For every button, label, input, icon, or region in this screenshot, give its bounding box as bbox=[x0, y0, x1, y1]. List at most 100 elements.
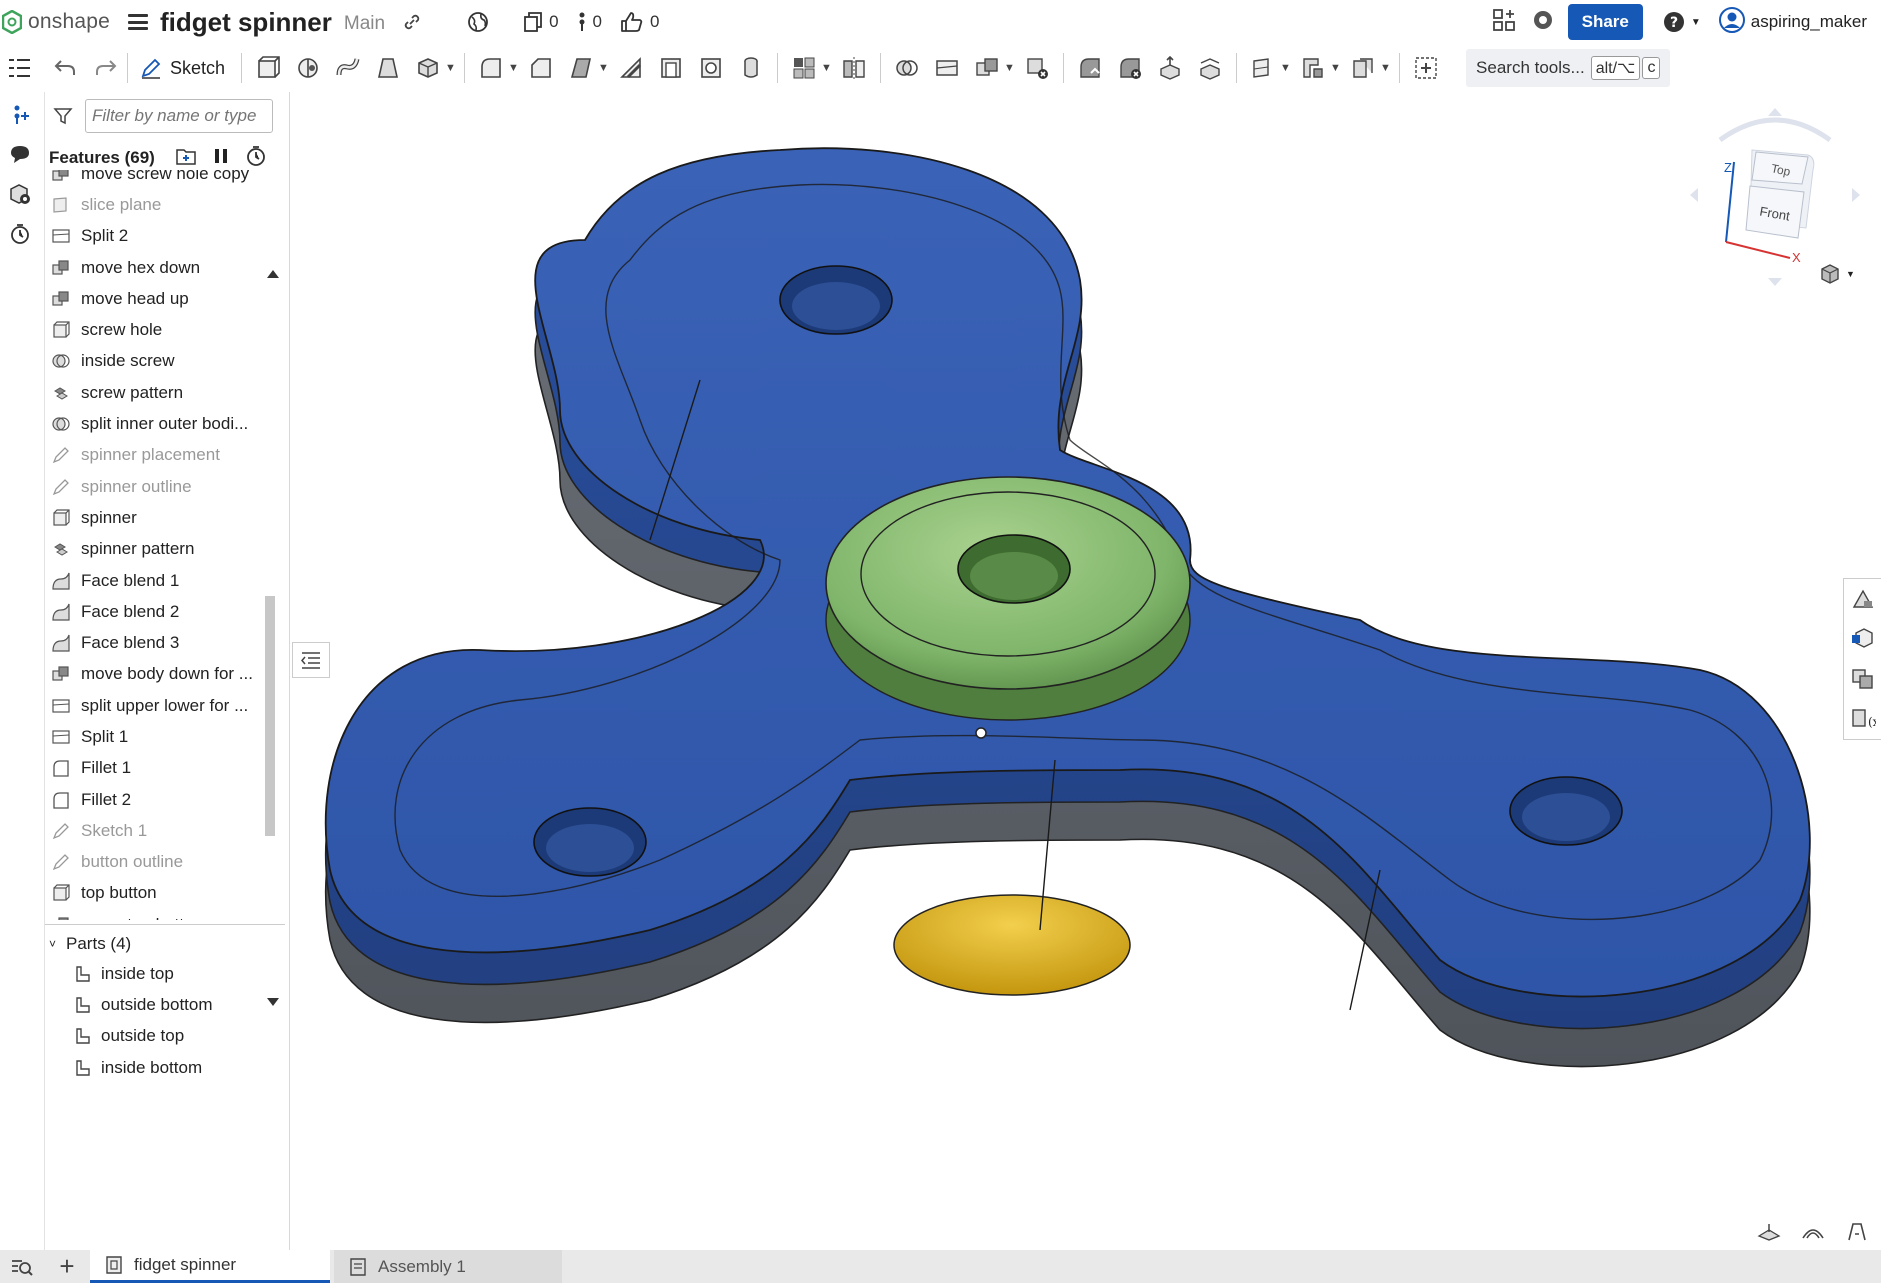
feature-item[interactable]: spinner bbox=[45, 502, 261, 533]
sweep-tool[interactable] bbox=[331, 50, 365, 86]
loft-tool[interactable] bbox=[371, 50, 405, 86]
history-timer-icon[interactable] bbox=[0, 214, 40, 254]
feature-item[interactable]: move top button bbox=[45, 909, 261, 920]
feature-item[interactable]: Face blend 1 bbox=[45, 565, 261, 596]
feature-item[interactable]: Fillet 2 bbox=[45, 784, 261, 815]
part-item[interactable]: outside top bbox=[73, 1021, 213, 1052]
menu-icon[interactable] bbox=[127, 14, 148, 30]
delete-part-tool[interactable] bbox=[1020, 50, 1054, 86]
feature-item[interactable]: Face blend 2 bbox=[45, 596, 261, 627]
plane-tool[interactable]: ▼ bbox=[1246, 50, 1291, 86]
chamfer-tool[interactable] bbox=[524, 50, 558, 86]
redo-icon[interactable] bbox=[94, 50, 118, 86]
part-item[interactable]: inside bottom bbox=[73, 1052, 213, 1083]
feature-list-toggle-icon[interactable] bbox=[6, 50, 32, 86]
hole-tool[interactable] bbox=[694, 50, 728, 86]
chevron-down-icon[interactable]: ▼ bbox=[821, 62, 832, 74]
onshape-logo[interactable]: onshape bbox=[2, 10, 110, 34]
scroll-down-arrow[interactable] bbox=[267, 998, 279, 1006]
transform-tool[interactable]: ▼ bbox=[970, 50, 1015, 86]
split-tool[interactable] bbox=[930, 50, 964, 86]
mass-properties-icon[interactable] bbox=[1844, 619, 1881, 659]
section-view-icon[interactable] bbox=[1757, 1222, 1781, 1247]
filter-icon[interactable] bbox=[53, 106, 73, 126]
fillet-tool[interactable]: ▼ bbox=[474, 50, 519, 86]
add-custom-feature-tool[interactable] bbox=[1409, 50, 1443, 86]
add-folder-icon[interactable] bbox=[175, 146, 197, 171]
branches-button[interactable]: 0 bbox=[577, 11, 602, 33]
configurations-icon[interactable] bbox=[0, 174, 40, 214]
branch-name[interactable]: Main bbox=[344, 13, 385, 35]
avatar[interactable] bbox=[1718, 6, 1745, 38]
chevron-down-icon[interactable]: ▼ bbox=[1004, 62, 1015, 74]
feature-item[interactable]: slice plane bbox=[45, 189, 261, 220]
revolve-tool[interactable] bbox=[291, 50, 325, 86]
feature-item[interactable]: split upper lower for ... bbox=[45, 690, 261, 721]
extrude-tool[interactable] bbox=[251, 50, 285, 86]
feature-item[interactable]: Sketch 1 bbox=[45, 815, 261, 846]
boolean-tool[interactable] bbox=[890, 50, 924, 86]
feature-item[interactable]: spinner pattern bbox=[45, 534, 261, 565]
rib-tool[interactable] bbox=[614, 50, 648, 86]
thicken-tool[interactable]: ▼ bbox=[411, 50, 456, 86]
feature-item[interactable]: spinner placement bbox=[45, 440, 261, 471]
pattern-tool[interactable]: ▼ bbox=[787, 50, 832, 86]
move-face-tool[interactable] bbox=[1153, 50, 1187, 86]
app-store-icon[interactable] bbox=[1492, 8, 1516, 37]
document-title[interactable]: fidget spinner bbox=[160, 7, 332, 38]
modify-fillet-tool[interactable] bbox=[1073, 50, 1107, 86]
feature-item[interactable]: inside screw bbox=[45, 346, 261, 377]
versions-button[interactable]: 0 bbox=[523, 11, 559, 33]
insert-feature-icon[interactable] bbox=[0, 94, 40, 134]
appearance-icon[interactable] bbox=[1844, 579, 1881, 619]
chevron-down-icon[interactable]: ▼ bbox=[1330, 62, 1341, 74]
feature-item[interactable]: button outline bbox=[45, 847, 261, 878]
shell-tool[interactable] bbox=[654, 50, 688, 86]
feature-item[interactable]: Fillet 1 bbox=[45, 753, 261, 784]
comments-icon[interactable] bbox=[0, 134, 40, 174]
feature-item[interactable]: move screw hole copy bbox=[45, 170, 261, 189]
chevron-down-icon[interactable]: ▼ bbox=[445, 62, 456, 74]
tab-assembly[interactable]: Assembly 1 bbox=[334, 1250, 562, 1283]
stopwatch-icon[interactable] bbox=[245, 145, 267, 172]
help-icon[interactable]: ? ▼ bbox=[1663, 11, 1701, 33]
public-globe-icon[interactable] bbox=[467, 11, 495, 33]
parts-header[interactable]: ˅ Parts (4) bbox=[49, 928, 131, 960]
feature-item[interactable]: split inner outer bodi... bbox=[45, 408, 261, 439]
learning-center-icon[interactable] bbox=[1532, 9, 1554, 36]
feature-item[interactable]: spinner outline bbox=[45, 471, 261, 502]
feature-item[interactable]: Split 1 bbox=[45, 721, 261, 752]
chevron-down-icon[interactable]: ▼ bbox=[1280, 62, 1291, 74]
add-tab-button[interactable]: + bbox=[44, 1251, 90, 1282]
measure-icon[interactable] bbox=[1844, 659, 1881, 699]
share-button[interactable]: Share bbox=[1567, 4, 1643, 40]
sheet-metal-tool[interactable]: ▼ bbox=[1296, 50, 1341, 86]
filter-input[interactable] bbox=[85, 99, 273, 133]
feature-item[interactable]: Face blend 3 bbox=[45, 627, 261, 658]
link-icon[interactable] bbox=[403, 13, 427, 31]
fidget-spinner-model[interactable] bbox=[290, 92, 1845, 1250]
replace-face-tool[interactable] bbox=[1193, 50, 1227, 86]
search-tools[interactable]: Search tools... alt/⌥ c bbox=[1466, 49, 1671, 87]
measure-tool-icon[interactable] bbox=[1845, 1222, 1869, 1247]
chevron-down-icon[interactable]: ▼ bbox=[1380, 62, 1391, 74]
scroll-up-arrow[interactable] bbox=[267, 270, 279, 278]
mirror-tool[interactable] bbox=[837, 50, 871, 86]
feature-item[interactable]: top button bbox=[45, 878, 261, 909]
username[interactable]: aspiring_maker bbox=[1751, 12, 1867, 32]
delete-face-tool[interactable] bbox=[1113, 50, 1147, 86]
draft-tool[interactable]: ▼ bbox=[564, 50, 609, 86]
variable-table-icon[interactable]: (x) bbox=[1844, 699, 1881, 739]
view-options-button[interactable]: ▼ bbox=[1818, 262, 1855, 286]
feature-list-scrollbar[interactable] bbox=[261, 176, 279, 924]
render-mode-icon[interactable] bbox=[1801, 1222, 1825, 1247]
part-item[interactable]: inside top bbox=[73, 958, 213, 989]
graphics-viewport[interactable] bbox=[290, 92, 1845, 1250]
like-button[interactable]: 0 bbox=[620, 11, 659, 33]
chevron-down-icon[interactable]: ▼ bbox=[508, 62, 519, 74]
feature-item[interactable]: screw hole bbox=[45, 314, 261, 345]
tab-part-studio[interactable]: fidget spinner bbox=[90, 1250, 330, 1283]
sketch-button[interactable]: Sketch bbox=[140, 57, 225, 79]
feature-item[interactable]: Split 2 bbox=[45, 221, 261, 252]
part-item[interactable]: outside bottom bbox=[73, 989, 213, 1020]
